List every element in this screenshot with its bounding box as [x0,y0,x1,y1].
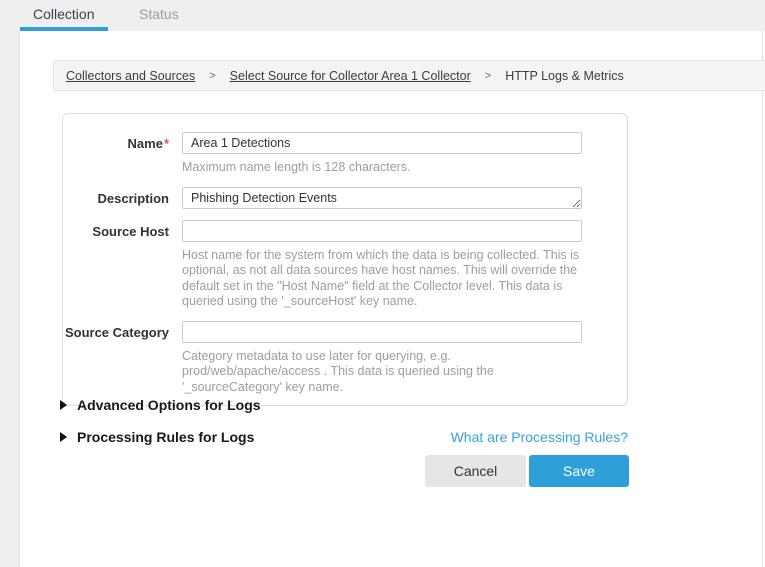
collapsed-arrow-icon [60,400,67,410]
description-textarea[interactable]: Phishing Detection Events [182,187,582,209]
source-category-row: Source Category Category metadata to use… [63,321,627,396]
processing-rules-section: Processing Rules for Logs What are Proce… [60,429,628,445]
advanced-options-toggle[interactable]: Advanced Options for Logs [60,397,261,413]
breadcrumb: Collectors and Sources > Select Source f… [53,60,765,91]
advanced-options-title: Advanced Options for Logs [77,397,261,413]
name-row: Name* Maximum name length is 128 charact… [63,132,627,176]
name-label: Name* [63,132,169,176]
what-are-processing-rules-link[interactable]: What are Processing Rules? [451,429,628,445]
description-row: Description Phishing Detection Events [63,187,627,209]
name-label-text: Name [128,136,163,151]
description-label: Description [63,187,169,209]
cancel-button[interactable]: Cancel [425,455,526,487]
tab-collection[interactable]: Collection [33,6,94,22]
panel-right-border [762,31,763,567]
name-input[interactable] [182,132,582,154]
advanced-options-section: Advanced Options for Logs [60,397,261,413]
source-host-help-text: Host name for the system from which the … [182,248,582,310]
source-host-input[interactable] [182,220,582,242]
processing-rules-toggle[interactable]: Processing Rules for Logs [60,429,254,445]
breadcrumb-separator: > [485,70,491,82]
breadcrumb-collectors-and-sources[interactable]: Collectors and Sources [66,69,195,83]
source-category-help-text: Category metadata to use later for query… [182,349,582,396]
breadcrumb-separator: > [209,70,215,82]
save-button[interactable]: Save [529,455,629,487]
source-config-card: Name* Maximum name length is 128 charact… [62,113,628,406]
source-host-label: Source Host [63,220,169,310]
name-help-text: Maximum name length is 128 characters. [182,160,582,176]
collapsed-arrow-icon [60,432,67,442]
source-host-row: Source Host Host name for the system fro… [63,220,627,310]
tab-status[interactable]: Status [139,6,179,22]
source-category-input[interactable] [182,321,582,343]
breadcrumb-select-source[interactable]: Select Source for Collector Area 1 Colle… [230,69,471,83]
required-asterisk: * [164,136,169,151]
form-actions: Cancel Save [62,455,629,487]
breadcrumb-current-page: HTTP Logs & Metrics [505,69,624,83]
source-category-label: Source Category [63,321,169,396]
tab-bar: Collection Status [0,0,765,31]
processing-rules-title: Processing Rules for Logs [77,429,254,445]
